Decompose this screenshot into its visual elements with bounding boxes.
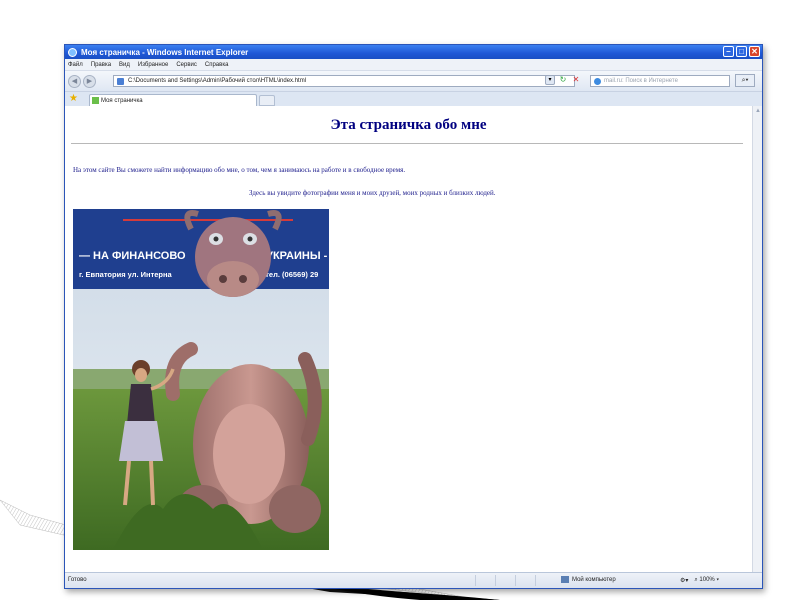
horizontal-rule <box>71 143 743 144</box>
menu-tools[interactable]: Сервис <box>176 62 197 68</box>
zoom-level[interactable]: ⌕ 100% ▾ <box>694 577 719 584</box>
security-zone[interactable]: Мой компьютер <box>561 576 616 583</box>
browser-window: Моя страничка - Windows Internet Explore… <box>64 44 763 589</box>
status-separator <box>515 575 516 586</box>
forward-button[interactable]: ▶ <box>83 74 96 88</box>
page-content: Эта страничка обо мне На этом сайте Вы с… <box>65 106 752 573</box>
tab-my-page[interactable]: Моя страничка <box>89 94 257 106</box>
favorites-star-icon[interactable]: ★ <box>69 94 78 104</box>
scroll-up-icon[interactable]: ▲ <box>753 106 762 116</box>
protected-mode-icon[interactable]: ⚙▾ <box>680 577 688 584</box>
menu-edit[interactable]: Правка <box>91 62 111 68</box>
status-bar: Готово Мой компьютер ⚙▾ ⌕ 100% ▾ <box>65 572 762 588</box>
window-title: Моя страничка - Windows Internet Explore… <box>81 47 249 57</box>
billboard-text-2a: г. Евпатория ул. Интерна <box>79 270 173 279</box>
stop-icon[interactable]: ✕ <box>571 75 581 85</box>
ie-logo-icon <box>68 47 77 57</box>
address-toolbar: ◀ ▶ C:\Documents and Settings\Admin\Рабо… <box>65 71 762 92</box>
status-separator <box>535 575 536 586</box>
zone-label: Мой компьютер <box>572 576 616 583</box>
search-button[interactable]: ⌕▾ <box>735 74 755 87</box>
status-separator <box>495 575 496 586</box>
maximize-button[interactable]: □ <box>736 46 747 57</box>
menu-file[interactable]: Файл <box>68 62 83 68</box>
dropdown-arrow-icon[interactable]: ▾ <box>545 75 555 85</box>
search-placeholder: mail.ru: Поиск в Интернете <box>604 78 678 84</box>
vertical-scrollbar[interactable]: ▲ <box>752 106 762 573</box>
search-input[interactable]: mail.ru: Поиск в Интернете <box>590 75 730 87</box>
minimize-button[interactable]: – <box>723 46 734 57</box>
status-text: Готово <box>68 577 87 583</box>
billboard-text-1a: — НА ФИНАНСОВО <box>79 250 186 262</box>
photo-girl-with-cow-statue: — НА ФИНАНСОВО КЕ УКРАИНЫ - г. Евпатория… <box>73 209 329 550</box>
tab-bar: ★ Моя страничка <box>65 92 762 107</box>
menu-bar: Файл Правка Вид Избранное Сервис Справка <box>65 59 762 71</box>
menu-favorites[interactable]: Избранное <box>138 62 168 68</box>
mailru-icon <box>594 78 601 85</box>
back-button[interactable]: ◀ <box>68 74 81 88</box>
page-heading: Эта страничка обо мне <box>330 117 487 133</box>
refresh-icon[interactable]: ↻ <box>558 75 568 85</box>
intro-paragraph: На этом сайте Вы сможете найти информаци… <box>73 166 406 174</box>
computer-icon <box>561 576 569 583</box>
menu-help[interactable]: Справка <box>205 62 229 68</box>
zoom-controls: ⚙▾ ⌕ 100% ▾ <box>680 577 719 584</box>
address-url: C:\Documents and Settings\Admin\Рабочий … <box>128 78 307 84</box>
zoom-value: 100% <box>699 577 715 583</box>
tab-label: Моя страничка <box>101 97 143 104</box>
status-separator <box>475 575 476 586</box>
menu-view[interactable]: Вид <box>119 62 130 68</box>
title-bar: Моя страничка - Windows Internet Explore… <box>65 45 762 59</box>
new-tab-button[interactable] <box>259 95 275 106</box>
close-button[interactable]: ✕ <box>749 46 760 57</box>
address-field[interactable]: C:\Documents and Settings\Admin\Рабочий … <box>113 75 575 87</box>
address-actions: ▾ ↻ ✕ <box>545 75 581 85</box>
photos-paragraph: Здесь вы увидите фотографии меня и моих … <box>249 189 496 197</box>
page-icon <box>117 78 124 85</box>
window-controls: – □ ✕ <box>723 46 760 57</box>
tab-page-icon <box>92 97 99 104</box>
